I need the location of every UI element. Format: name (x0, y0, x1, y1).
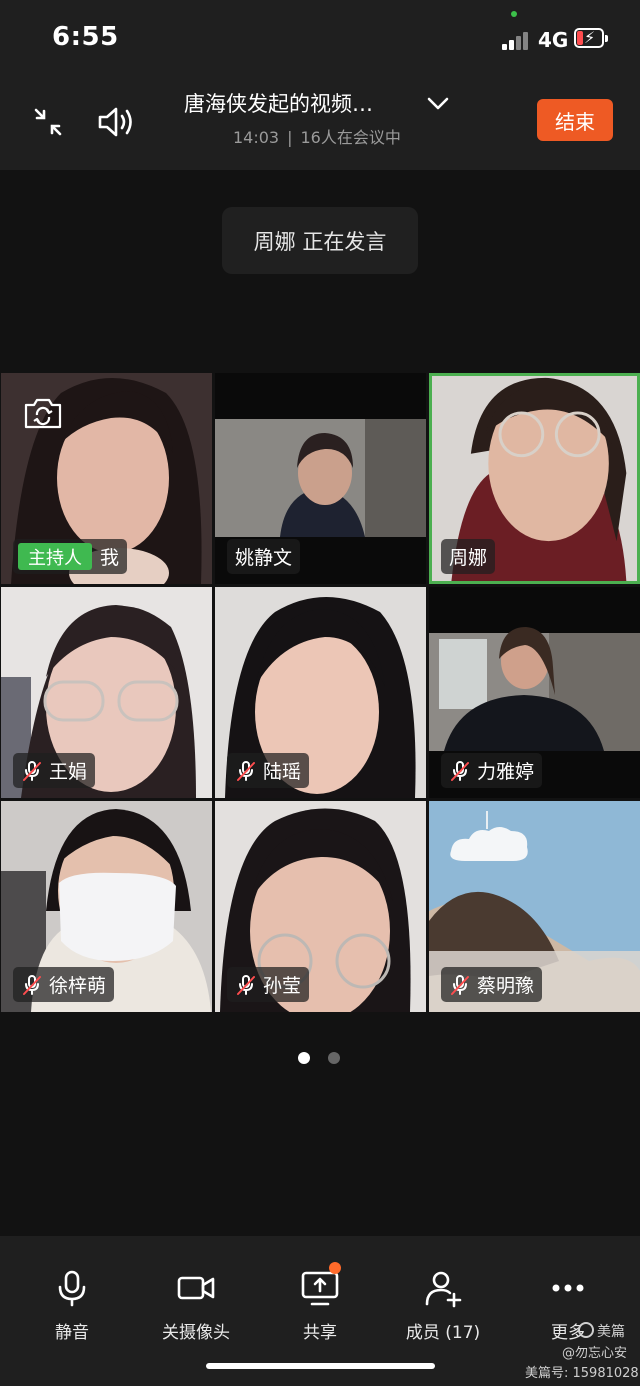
minimize-icon (34, 108, 62, 136)
participant-label: 周娜 (441, 539, 496, 574)
video-tile[interactable]: 陆瑶 (215, 587, 426, 798)
video-camera-icon (177, 1276, 215, 1300)
page-indicator (298, 1052, 348, 1066)
mic-muted-icon (23, 974, 41, 995)
end-meeting-button[interactable]: 结束 (537, 99, 613, 141)
participant-count: 16人在会议中 (300, 128, 401, 147)
participant-name: 力雅婷 (477, 761, 535, 783)
watermark-id: 美篇号: 15981028 (525, 1366, 639, 1381)
page-dot-active[interactable] (298, 1052, 310, 1064)
participant-name: 周娜 (449, 547, 488, 569)
participant-label: 姚静文 (227, 539, 301, 574)
status-time: 6:55 (52, 22, 119, 52)
participant-name: 我 (100, 547, 120, 569)
members-label: 成员 (17) (405, 1323, 481, 1343)
meeting-duration: 14:03 (233, 128, 280, 147)
speaker-button[interactable] (96, 102, 136, 142)
video-tile[interactable]: 力雅婷 (429, 587, 640, 798)
host-tag: 主持人 (18, 543, 92, 570)
video-tile[interactable]: 姚静文 (215, 373, 426, 584)
members-button[interactable]: 成员 (17) (388, 1268, 498, 1343)
privacy-indicator-dot (511, 11, 517, 17)
camera-off-button[interactable]: 关摄像头 (141, 1268, 251, 1343)
participant-label: 徐梓萌 (13, 967, 115, 1002)
title-dropdown-button[interactable] (424, 92, 452, 116)
video-tile[interactable]: 王娟 (1, 587, 212, 798)
participant-name: 孙莹 (263, 975, 302, 997)
meeting-title[interactable]: 唐海侠发起的视频… (184, 88, 373, 118)
participant-label: 力雅婷 (441, 753, 543, 788)
video-tile-active-speaker[interactable]: 周娜 (429, 373, 640, 584)
camera-switch-icon[interactable] (23, 395, 63, 431)
chevron-down-icon (427, 97, 449, 110)
watermark-brand: 美篇 (578, 1321, 625, 1341)
participant-label: 陆瑶 (227, 753, 310, 788)
participant-label: 王娟 (13, 753, 96, 788)
active-speaker-banner: 周娜 正在发言 (222, 207, 418, 274)
meeting-subtitle: 14:03 | 16人在会议中 (233, 124, 401, 148)
participant-name: 徐梓萌 (49, 975, 107, 997)
video-tile[interactable]: 蔡明豫 (429, 801, 640, 1012)
watermark-author: @勿忘心安 (562, 1346, 628, 1361)
participant-label: 蔡明豫 (441, 967, 543, 1002)
participant-name: 陆瑶 (263, 761, 302, 783)
video-tile[interactable]: 徐梓萌 (1, 801, 212, 1012)
mic-muted-icon (451, 760, 469, 781)
more-dots-icon (552, 1284, 584, 1292)
microphone-icon (58, 1270, 86, 1307)
video-tile[interactable]: 主持人 我 (1, 373, 212, 584)
watermark-logo-icon (578, 1322, 594, 1338)
mic-muted-icon (451, 974, 469, 995)
camera-off-label: 关摄像头 (162, 1323, 230, 1343)
mute-label: 静音 (55, 1323, 89, 1343)
status-bar: 6:55 4G ⚡ (0, 0, 640, 80)
participant-label: 主持人 我 (13, 539, 128, 574)
participant-name: 蔡明豫 (477, 975, 535, 997)
participant-name: 王娟 (49, 761, 88, 783)
notification-dot (329, 1262, 341, 1274)
share-label: 共享 (303, 1323, 337, 1343)
subtitle-separator: | (287, 128, 293, 147)
battery-icon: ⚡ (574, 28, 610, 50)
screen-share-icon (301, 1271, 339, 1306)
speaker-icon (98, 107, 132, 137)
mic-muted-icon (237, 974, 255, 995)
signal-icon (500, 30, 532, 50)
participant-name: 姚静文 (235, 547, 293, 569)
minimize-button[interactable] (30, 104, 66, 140)
participant-label: 孙莹 (227, 967, 310, 1002)
watermark-brand-text: 美篇 (597, 1324, 625, 1340)
network-type: 4G (538, 28, 569, 52)
meeting-title-text: 唐海侠发起的视频… (184, 92, 373, 116)
video-tile[interactable]: 孙莹 (215, 801, 426, 1012)
add-member-icon (425, 1271, 462, 1308)
meeting-header: 唐海侠发起的视频… 14:03 | 16人在会议中 结束 (0, 80, 640, 170)
share-button[interactable]: 共享 (265, 1262, 375, 1343)
video-grid: 主持人 我 姚静文 周娜 王娟 陆瑶 力雅婷 徐梓萌 孙莹 蔡明豫 (0, 373, 640, 1014)
mic-muted-icon (237, 760, 255, 781)
mic-muted-icon (23, 760, 41, 781)
home-indicator[interactable] (206, 1363, 435, 1369)
page-dot[interactable] (328, 1052, 340, 1064)
mute-button[interactable]: 静音 (17, 1268, 127, 1343)
